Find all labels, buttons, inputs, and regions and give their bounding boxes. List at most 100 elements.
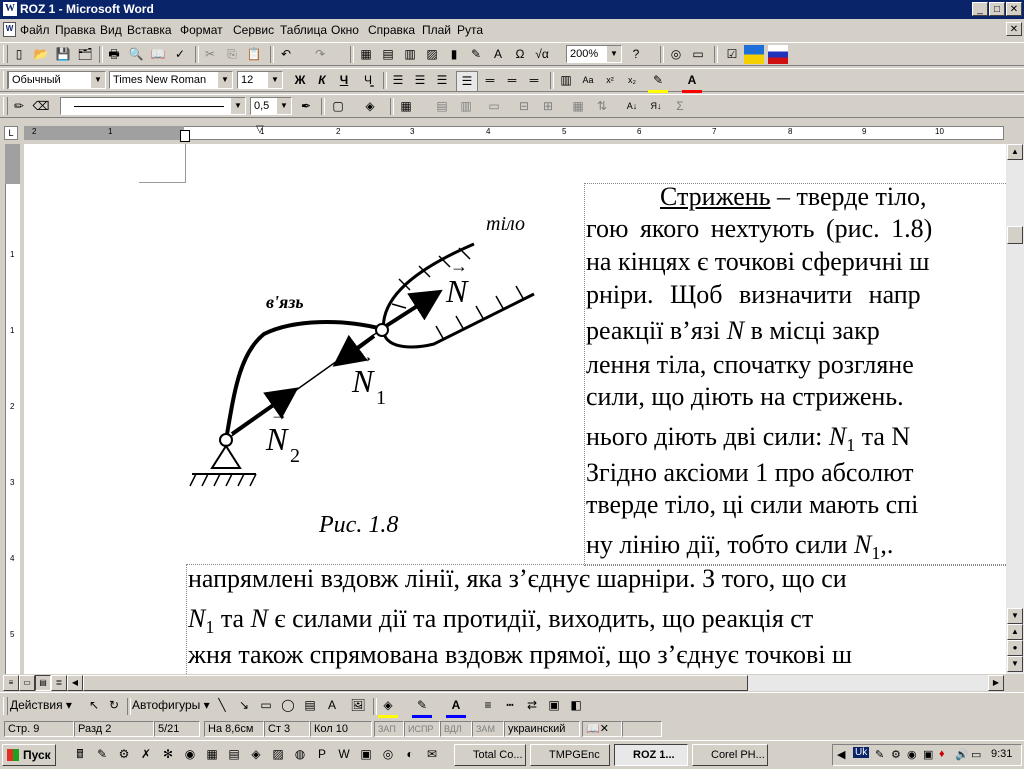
split-cells-icon[interactable]: ▥ [456, 97, 476, 116]
quicklaunch-icon-7[interactable]: ▦ [204, 746, 220, 762]
align-left-icon[interactable]: ☰ [388, 71, 408, 90]
justify-icon[interactable]: ☰ [456, 71, 478, 92]
word-app-icon[interactable]: W [3, 2, 17, 16]
word-icon[interactable]: W [336, 746, 352, 762]
distribute-rows-icon[interactable]: ⊟ [514, 97, 534, 116]
sort-asc-icon[interactable]: А↓ [622, 97, 642, 116]
scroll-down-button[interactable]: ▼ [1007, 608, 1023, 624]
vertical-ruler[interactable]: 1 1 2 3 4 5 [0, 144, 24, 674]
autosum-icon[interactable]: Σ [670, 97, 690, 116]
spelling-icon[interactable]: ✓ [170, 45, 190, 64]
status-rec[interactable]: ЗАП [374, 721, 404, 737]
left-indent-marker[interactable] [180, 130, 190, 142]
screen-icon[interactable]: ▭ [688, 45, 708, 64]
tray-icon-5[interactable]: ▣ [923, 748, 933, 761]
line-width-select[interactable]: 0,5 ▼ [250, 97, 292, 115]
border-color-icon[interactable]: ✒ [296, 97, 316, 116]
equation-icon[interactable]: √α [532, 45, 552, 64]
spelling-status-icon[interactable]: 📖✕ [582, 721, 622, 737]
paste-icon[interactable]: 📋 [244, 45, 264, 64]
toolbar-grip[interactable] [3, 697, 8, 715]
save-icon[interactable]: 💾 [53, 45, 73, 64]
distribute-cols-icon[interactable]: ⊞ [538, 97, 558, 116]
quicklaunch-icon-15[interactable]: ◎ [380, 746, 396, 762]
powerpoint-icon[interactable]: P [314, 746, 330, 762]
browse-object-button[interactable]: ● [1007, 640, 1023, 656]
web-icon[interactable]: ◎ [666, 45, 686, 64]
toolbar-grip[interactable] [3, 97, 8, 115]
vertical-scrollbar[interactable]: ▲ ▼ ▲ ● ▼ [1006, 144, 1024, 674]
quicklaunch-icon-1[interactable]: 🖩 [72, 746, 88, 762]
tray-icon-1[interactable]: ◀ [837, 748, 845, 761]
change-case-icon[interactable]: Аа [578, 71, 598, 90]
font-color-icon[interactable]: A [682, 71, 702, 93]
outline-view-button[interactable]: ≣ [51, 675, 67, 691]
align-cell-icon[interactable]: ▭ [484, 97, 504, 116]
merge-cells-icon[interactable]: ▤ [432, 97, 452, 116]
tables-borders-icon[interactable]: ▦ [356, 45, 376, 64]
italic-button[interactable]: К [312, 71, 332, 90]
zoom-select[interactable]: 200% ▼ [566, 45, 622, 63]
first-line-indent-marker[interactable]: ▽ [256, 124, 264, 135]
help-icon[interactable]: ? [626, 45, 646, 64]
next-page-button[interactable]: ▼ [1007, 656, 1023, 672]
menu-file[interactable]: Файл [20, 23, 50, 37]
clock[interactable]: 9:31 [991, 748, 1012, 760]
web-view-button[interactable]: ▭ [19, 675, 35, 691]
clipart-icon[interactable]: 🖼 [348, 696, 368, 715]
save-as-icon[interactable]: 🗂 [75, 45, 95, 64]
print-preview-icon[interactable]: 🔍 [126, 45, 146, 64]
tray-icon-6[interactable]: ♦ [939, 748, 945, 760]
eraser-icon[interactable]: ⌫ [31, 97, 51, 116]
check-doc-icon[interactable]: ☑ [722, 45, 742, 64]
status-trk[interactable]: ИСПР [404, 721, 440, 737]
menu-edit[interactable]: Правка [55, 23, 96, 37]
start-button[interactable]: Пуск [2, 744, 56, 766]
cut-icon[interactable]: ✂ [200, 45, 220, 64]
3d-icon[interactable]: ◧ [566, 696, 586, 715]
align-right-icon[interactable]: ☰ [432, 71, 452, 90]
menu-window[interactable]: Окно [331, 23, 359, 37]
bold-button[interactable]: Ж [290, 71, 310, 90]
open-folder-icon[interactable]: 📂 [31, 45, 51, 64]
prev-page-button[interactable]: ▲ [1007, 624, 1023, 640]
font-select[interactable]: Times New Roman ▼ [109, 71, 233, 89]
quicklaunch-icon-14[interactable]: ▣ [358, 746, 374, 762]
taskbar-button-tmpgenc[interactable]: TMPGEnc [530, 744, 610, 766]
tray-icon-3[interactable]: ⚙ [891, 748, 901, 761]
menu-tools[interactable]: Сервис [233, 23, 274, 37]
insert-excel-icon[interactable]: ▥ [400, 45, 420, 64]
book-icon[interactable]: 📖 [148, 45, 168, 64]
quicklaunch-icon-4[interactable]: ✗ [138, 746, 154, 762]
document-page[interactable]: тіло в'язь N → N 1 → N 2 → Рис. 1.8 Стри… [24, 144, 1006, 674]
dash-style-icon[interactable]: ┅ [500, 696, 520, 715]
select-pointer-icon[interactable]: ↖ [84, 696, 104, 715]
wordart-tool-icon[interactable]: A [322, 696, 342, 715]
chart-icon[interactable]: ▮ [444, 45, 464, 64]
quicklaunch-icon-5[interactable]: ✻ [160, 746, 176, 762]
quicklaunch-icon-2[interactable]: ✎ [94, 746, 110, 762]
quicklaunch-icon-9[interactable]: ◈ [248, 746, 264, 762]
menu-plai[interactable]: Плай [422, 23, 451, 37]
maximize-button[interactable]: □ [989, 2, 1005, 16]
line-color-icon[interactable]: ✎ [412, 696, 432, 718]
language-indicator[interactable]: Uk [853, 747, 870, 758]
tray-icon-2[interactable]: ✎ [875, 748, 884, 761]
rectangle-tool-icon[interactable]: ▭ [256, 696, 276, 715]
sort-desc-icon[interactable]: Я↓ [646, 97, 666, 116]
taskbar-button-corel[interactable]: Corel PH... [692, 744, 768, 766]
line-style-icon[interactable]: ≡ [478, 696, 498, 715]
shadow-icon[interactable]: ▣ [544, 696, 564, 715]
wordart-icon[interactable]: A [488, 45, 508, 64]
line-tool-icon[interactable]: ╲ [212, 696, 232, 715]
menu-ruta[interactable]: Рута [457, 23, 483, 37]
line-style-select[interactable]: ▼ [60, 97, 246, 115]
scroll-left-button[interactable]: ◀ [67, 675, 83, 691]
menu-format[interactable]: Формат [180, 23, 223, 37]
highlight-icon[interactable]: ✎ [648, 71, 668, 93]
normal-view-button[interactable]: ≡ [3, 675, 19, 691]
drawing-icon[interactable]: ✎ [466, 45, 486, 64]
distribute-icon[interactable]: ═ [480, 71, 500, 90]
quicklaunch-icon-10[interactable]: ▨ [270, 746, 286, 762]
tray-icon-4[interactable]: ◉ [907, 748, 917, 761]
